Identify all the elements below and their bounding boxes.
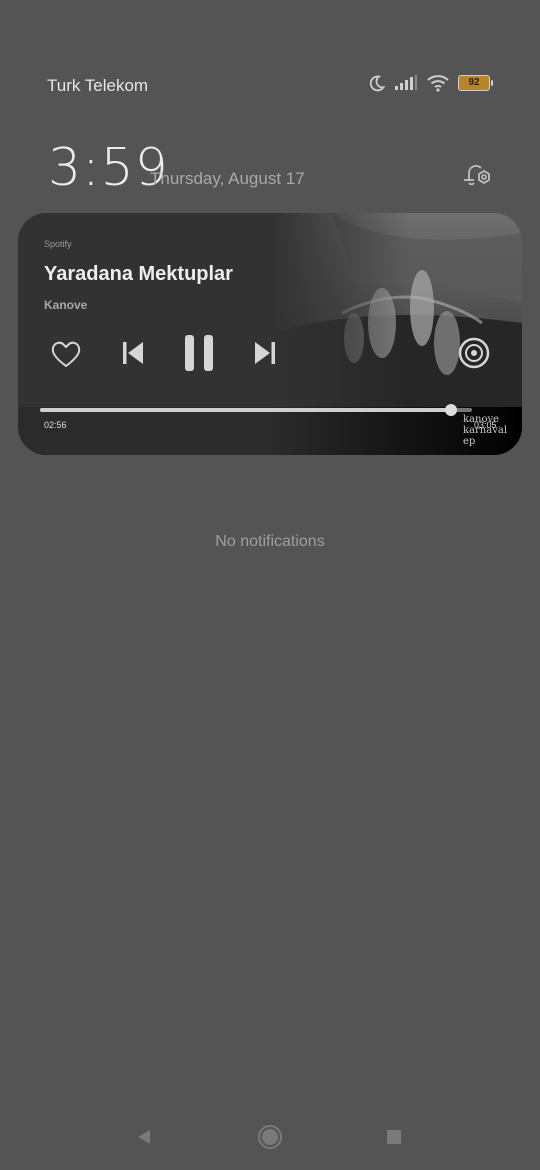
moon-icon [369, 75, 386, 92]
home-button[interactable] [250, 1115, 290, 1159]
recents-icon [387, 1130, 401, 1144]
wifi-icon [427, 75, 449, 92]
heart-icon [51, 341, 81, 368]
pause-icon [185, 335, 213, 371]
signal-icon [395, 75, 417, 90]
previous-icon [123, 342, 143, 364]
clock-date: Thursday, August 17 [150, 169, 305, 188]
song-title: Yaradana Mektuplar [44, 263, 233, 285]
next-track-button[interactable] [250, 337, 280, 369]
recents-button[interactable] [374, 1115, 414, 1159]
back-button[interactable] [124, 1115, 164, 1159]
status-icons: 92 [368, 74, 493, 92]
media-player-card[interactable]: Spotify Yaradana Mektuplar Kanove 02:56 … [18, 213, 522, 455]
progress-slider[interactable] [40, 404, 472, 416]
home-icon [258, 1125, 282, 1149]
output-device-button[interactable] [456, 335, 492, 371]
navigation-bar [0, 1115, 540, 1159]
like-button[interactable] [48, 337, 84, 371]
cast-icon [458, 337, 490, 369]
app-name: Spotify [44, 239, 72, 249]
battery-icon: 92 [458, 75, 493, 91]
next-icon [255, 342, 275, 364]
artist-name: Kanove [44, 298, 88, 312]
notification-settings-button[interactable] [458, 156, 494, 192]
total-time: 03:05 [474, 420, 497, 430]
notification-settings-icon [464, 165, 490, 186]
previous-track-button[interactable] [118, 337, 148, 369]
empty-notifications-message: No notifications [215, 533, 325, 550]
progress-thumb[interactable] [444, 404, 457, 416]
pause-button[interactable] [178, 331, 220, 375]
back-icon [138, 1130, 150, 1144]
progress-fill [40, 408, 451, 412]
elapsed-time: 02:56 [44, 420, 67, 430]
carrier-name: Turk Telekom [47, 76, 149, 95]
clock-time: 3:59 [48, 138, 169, 198]
album-art-caption: kanove karnaval ep [463, 414, 522, 447]
